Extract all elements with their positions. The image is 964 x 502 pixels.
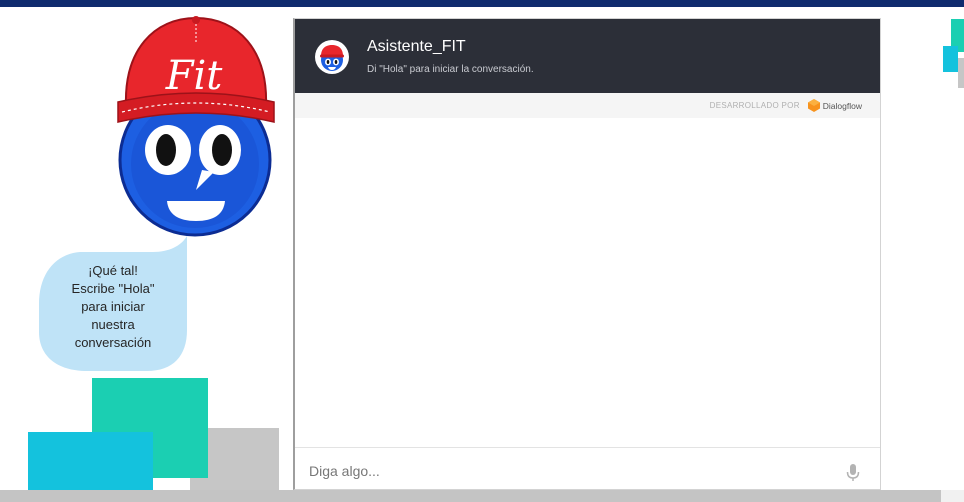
- mascot-cap-button: [192, 16, 200, 24]
- powered-by-bar: DESARROLLADO POR Dialogflow: [295, 93, 880, 118]
- fit-mascot-illustration: Fit: [117, 16, 275, 237]
- bubble-line: nuestra: [91, 317, 135, 332]
- bubble-line: conversación: [74, 335, 152, 350]
- mascot-cap-text: Fit: [165, 53, 224, 99]
- decor-block-gray-right: [958, 58, 964, 88]
- chat-title: Asistente_FIT: [367, 38, 466, 55]
- horizontal-scrollbar[interactable]: [0, 490, 964, 502]
- bot-avatar-icon: [315, 40, 349, 74]
- mascot-pupil-right: [212, 134, 232, 166]
- bubble-line: Escribe "Hola": [71, 281, 155, 296]
- dialogflow-icon: [807, 99, 820, 112]
- top-bar: [0, 0, 964, 7]
- bubble-line: ¡Qué tal!: [88, 263, 138, 278]
- chat-messages-area: [295, 118, 880, 447]
- bubble-line: para iniciar: [81, 299, 145, 314]
- chat-widget: Asistente_FIT Di "Hola" para iniciar la …: [293, 18, 881, 490]
- chat-subtitle: Di "Hola" para iniciar la conversación.: [367, 64, 534, 75]
- mascot-pupil-left: [156, 134, 176, 166]
- powered-by-label: DESARROLLADO POR: [709, 101, 800, 110]
- speech-bubble-text: ¡Qué tal! Escribe "Hola" para iniciar nu…: [40, 262, 186, 352]
- decor-block-cyan-right: [943, 46, 958, 72]
- decor-block-cyan: [28, 432, 153, 490]
- chat-header: Asistente_FIT Di "Hola" para iniciar la …: [295, 19, 880, 93]
- chat-input[interactable]: [309, 460, 819, 482]
- chat-input-area: [295, 447, 880, 489]
- scrollbar-thumb[interactable]: [0, 490, 941, 502]
- dialogflow-link[interactable]: Dialogflow: [807, 99, 862, 112]
- microphone-icon[interactable]: [846, 464, 860, 481]
- dialogflow-label: Dialogflow: [822, 100, 862, 111]
